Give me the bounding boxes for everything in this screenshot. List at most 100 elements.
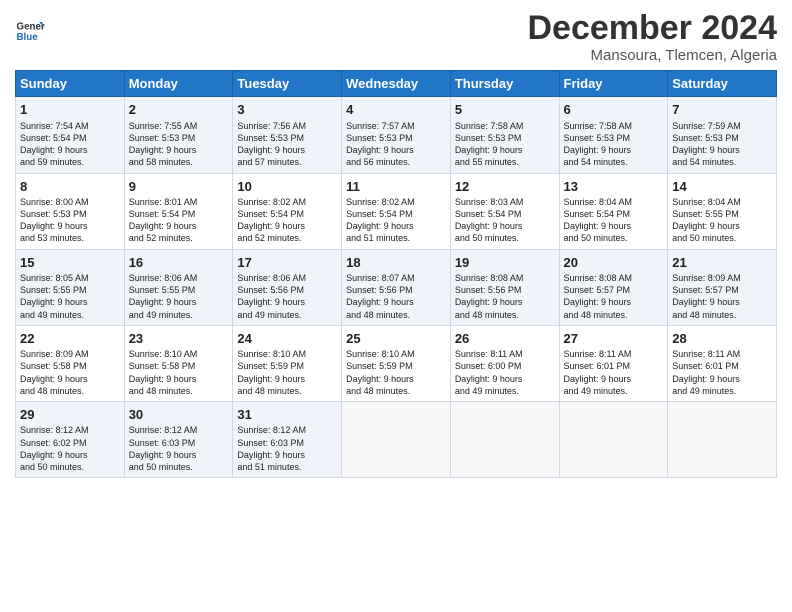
day-number: 5 xyxy=(455,101,555,119)
cell-info-line: and 51 minutes. xyxy=(346,232,446,244)
day-number: 4 xyxy=(346,101,446,119)
cell-info-line: Sunset: 5:54 PM xyxy=(564,208,664,220)
cell-info-line: Sunrise: 8:06 AM xyxy=(237,272,337,284)
cell-info-line: Daylight: 9 hours xyxy=(20,449,120,461)
cell-info-line: Daylight: 9 hours xyxy=(672,373,772,385)
day-number: 14 xyxy=(672,178,772,196)
cell-info-line: Sunset: 5:54 PM xyxy=(20,132,120,144)
calendar-cell: 17Sunrise: 8:06 AMSunset: 5:56 PMDayligh… xyxy=(233,249,342,325)
header: General Blue December 2024 Mansoura, Tle… xyxy=(15,10,777,64)
cell-info-line: and 50 minutes. xyxy=(129,461,229,473)
day-number: 17 xyxy=(237,254,337,272)
day-number: 2 xyxy=(129,101,229,119)
cell-info-line: Sunset: 5:59 PM xyxy=(346,360,446,372)
logo-icon: General Blue xyxy=(15,16,45,46)
cell-info-line: and 50 minutes. xyxy=(455,232,555,244)
calendar-cell: 22Sunrise: 8:09 AMSunset: 5:58 PMDayligh… xyxy=(16,325,125,401)
cell-info-line: and 49 minutes. xyxy=(237,309,337,321)
cell-info-line: Sunrise: 8:10 AM xyxy=(129,348,229,360)
cell-info-line: and 48 minutes. xyxy=(672,309,772,321)
cell-info-line: Daylight: 9 hours xyxy=(129,220,229,232)
col-header-wednesday: Wednesday xyxy=(342,71,451,97)
cell-info-line: Sunset: 6:00 PM xyxy=(455,360,555,372)
cell-info-line: and 49 minutes. xyxy=(20,309,120,321)
cell-info-line: Daylight: 9 hours xyxy=(129,449,229,461)
cell-info-line: and 59 minutes. xyxy=(20,156,120,168)
calendar-cell: 31Sunrise: 8:12 AMSunset: 6:03 PMDayligh… xyxy=(233,401,342,477)
cell-info-line: and 48 minutes. xyxy=(346,385,446,397)
cell-info-line: Daylight: 9 hours xyxy=(20,144,120,156)
calendar-cell: 9Sunrise: 8:01 AMSunset: 5:54 PMDaylight… xyxy=(124,173,233,249)
day-number: 22 xyxy=(20,330,120,348)
col-header-saturday: Saturday xyxy=(668,71,777,97)
cell-info-line: Sunset: 5:55 PM xyxy=(129,284,229,296)
cell-info-line: Daylight: 9 hours xyxy=(672,296,772,308)
calendar-cell: 5Sunrise: 7:58 AMSunset: 5:53 PMDaylight… xyxy=(450,97,559,173)
cell-info-line: Daylight: 9 hours xyxy=(20,296,120,308)
col-header-friday: Friday xyxy=(559,71,668,97)
day-number: 28 xyxy=(672,330,772,348)
cell-info-line: Sunset: 5:56 PM xyxy=(455,284,555,296)
cell-info-line: Daylight: 9 hours xyxy=(237,449,337,461)
cell-info-line: Sunset: 5:54 PM xyxy=(455,208,555,220)
cell-info-line: Sunrise: 8:12 AM xyxy=(20,424,120,436)
title-block: December 2024 Mansoura, Tlemcen, Algeria xyxy=(527,10,777,64)
calendar-cell: 14Sunrise: 8:04 AMSunset: 5:55 PMDayligh… xyxy=(668,173,777,249)
cell-info-line: and 55 minutes. xyxy=(455,156,555,168)
cell-info-line: Sunrise: 7:58 AM xyxy=(455,120,555,132)
cell-info-line: Daylight: 9 hours xyxy=(346,373,446,385)
page-container: General Blue December 2024 Mansoura, Tle… xyxy=(0,0,792,488)
cell-info-line: Sunrise: 7:57 AM xyxy=(346,120,446,132)
cell-info-line: Sunrise: 8:06 AM xyxy=(129,272,229,284)
cell-info-line: Sunset: 6:01 PM xyxy=(564,360,664,372)
header-row: SundayMondayTuesdayWednesdayThursdayFrid… xyxy=(16,71,777,97)
cell-info-line: Sunset: 6:01 PM xyxy=(672,360,772,372)
cell-info-line: Sunset: 5:54 PM xyxy=(129,208,229,220)
day-number: 6 xyxy=(564,101,664,119)
day-number: 1 xyxy=(20,101,120,119)
cell-info-line: Sunset: 5:57 PM xyxy=(672,284,772,296)
cell-info-line: Sunset: 5:54 PM xyxy=(346,208,446,220)
cell-info-line: and 49 minutes. xyxy=(129,309,229,321)
day-number: 3 xyxy=(237,101,337,119)
calendar-cell: 6Sunrise: 7:58 AMSunset: 5:53 PMDaylight… xyxy=(559,97,668,173)
cell-info-line: Sunset: 5:58 PM xyxy=(129,360,229,372)
calendar-cell: 3Sunrise: 7:56 AMSunset: 5:53 PMDaylight… xyxy=(233,97,342,173)
week-row-4: 22Sunrise: 8:09 AMSunset: 5:58 PMDayligh… xyxy=(16,325,777,401)
calendar-cell: 30Sunrise: 8:12 AMSunset: 6:03 PMDayligh… xyxy=(124,401,233,477)
cell-info-line: Sunrise: 7:59 AM xyxy=(672,120,772,132)
calendar-cell xyxy=(342,401,451,477)
cell-info-line: and 58 minutes. xyxy=(129,156,229,168)
cell-info-line: and 52 minutes. xyxy=(237,232,337,244)
calendar-cell: 16Sunrise: 8:06 AMSunset: 5:55 PMDayligh… xyxy=(124,249,233,325)
cell-info-line: Sunrise: 8:07 AM xyxy=(346,272,446,284)
col-header-thursday: Thursday xyxy=(450,71,559,97)
cell-info-line: Sunrise: 8:10 AM xyxy=(346,348,446,360)
cell-info-line: and 49 minutes. xyxy=(672,385,772,397)
cell-info-line: Sunrise: 8:02 AM xyxy=(346,196,446,208)
cell-info-line: Daylight: 9 hours xyxy=(129,144,229,156)
cell-info-line: Sunset: 6:02 PM xyxy=(20,437,120,449)
cell-info-line: Sunset: 5:53 PM xyxy=(455,132,555,144)
day-number: 29 xyxy=(20,406,120,424)
day-number: 16 xyxy=(129,254,229,272)
cell-info-line: Daylight: 9 hours xyxy=(129,296,229,308)
cell-info-line: Daylight: 9 hours xyxy=(564,144,664,156)
cell-info-line: Sunrise: 8:04 AM xyxy=(564,196,664,208)
cell-info-line: Sunrise: 8:12 AM xyxy=(129,424,229,436)
day-number: 23 xyxy=(129,330,229,348)
calendar-table: SundayMondayTuesdayWednesdayThursdayFrid… xyxy=(15,70,777,478)
cell-info-line: Daylight: 9 hours xyxy=(20,220,120,232)
cell-info-line: Sunset: 5:53 PM xyxy=(20,208,120,220)
cell-info-line: Sunrise: 8:11 AM xyxy=(564,348,664,360)
day-number: 15 xyxy=(20,254,120,272)
calendar-cell: 29Sunrise: 8:12 AMSunset: 6:02 PMDayligh… xyxy=(16,401,125,477)
day-number: 21 xyxy=(672,254,772,272)
day-number: 19 xyxy=(455,254,555,272)
day-number: 8 xyxy=(20,178,120,196)
cell-info-line: Sunrise: 8:05 AM xyxy=(20,272,120,284)
week-row-2: 8Sunrise: 8:00 AMSunset: 5:53 PMDaylight… xyxy=(16,173,777,249)
calendar-cell: 19Sunrise: 8:08 AMSunset: 5:56 PMDayligh… xyxy=(450,249,559,325)
col-header-tuesday: Tuesday xyxy=(233,71,342,97)
cell-info-line: Sunset: 5:54 PM xyxy=(237,208,337,220)
